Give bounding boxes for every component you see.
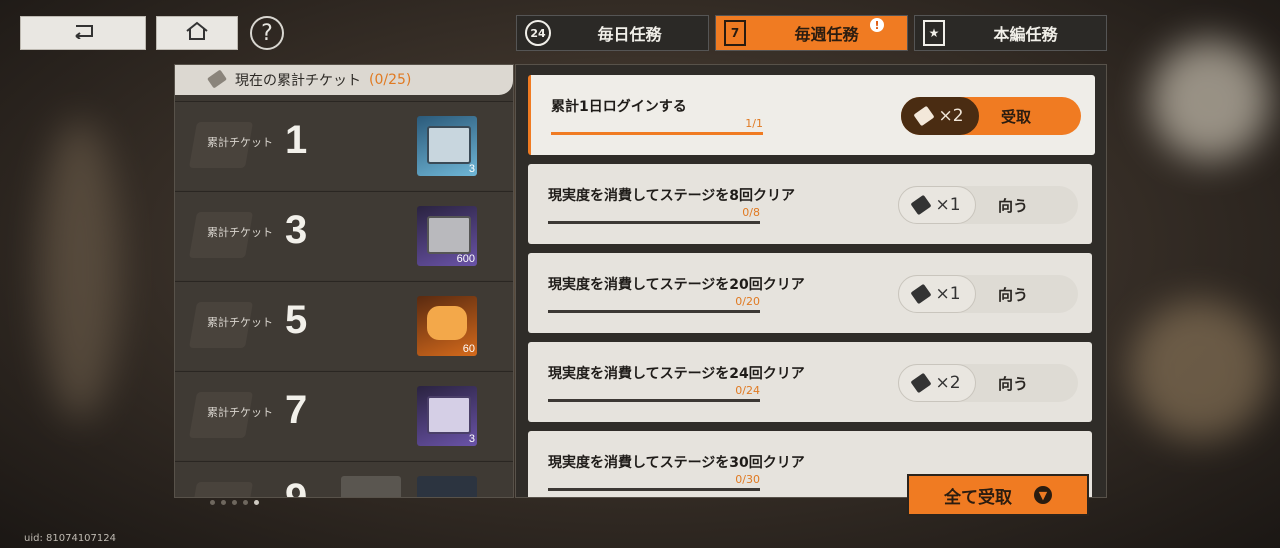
reward-pill: ×1 (898, 275, 976, 313)
go-label: 向う (998, 375, 1029, 393)
task-title: 現実度を消費してステージを30回クリア (548, 455, 805, 471)
ticket-icon (207, 69, 227, 89)
task-progress-text: 1/1 (745, 117, 763, 130)
task-card: 現実度を消費してステージを24回クリア 0/24 ×2 向う (528, 342, 1092, 422)
task-progress-bar (548, 488, 760, 491)
milestone-row: 累計チケット 5 60 (175, 281, 513, 370)
milestone-number: 7 (285, 388, 308, 432)
reward-item[interactable] (417, 476, 477, 497)
task-card: 現実度を消費してステージを8回クリア 0/8 ×1 向う (528, 164, 1092, 244)
milestone-number: 9 (285, 476, 308, 498)
document-stack-icon (427, 396, 471, 434)
task-progress-bar (548, 399, 760, 402)
task-progress-text: 0/24 (735, 384, 760, 397)
background-light (40, 120, 120, 420)
milestone-label: 累計チケット (207, 316, 273, 329)
reward-item[interactable]: 600 (417, 206, 477, 266)
milestone-label: 累計チケット (207, 226, 273, 239)
task-title: 現実度を消費してステージを20回クリア (548, 277, 805, 293)
reward-item[interactable]: 3 (417, 116, 477, 176)
reward-pill: ×2 (901, 97, 979, 135)
task-title: 累計1日ログインする (551, 99, 687, 115)
go-button[interactable]: ×1 向う (898, 186, 1078, 224)
help-button[interactable]: ? (250, 16, 284, 50)
panel-title: 現在の累計チケット (235, 73, 361, 89)
page-indicator (210, 500, 259, 505)
item-count: 3 (468, 163, 475, 175)
task-title: 現実度を消費してステージを8回クリア (548, 188, 796, 204)
potion-icon (427, 306, 467, 340)
ticket-icon (913, 105, 936, 127)
task-progress-bar (548, 221, 760, 224)
milestone-number: 3 (285, 208, 308, 252)
home-icon (184, 21, 210, 45)
milestone-label: 累計チケット (207, 136, 273, 149)
background-light (1150, 40, 1270, 160)
tab-main-story[interactable]: ★ 本編任務 (914, 15, 1107, 51)
reward-pill: ×2 (898, 364, 976, 402)
back-arrow-icon (70, 23, 96, 43)
task-title: 現実度を消費してステージを24回クリア (548, 366, 805, 382)
go-label: 向う (998, 286, 1029, 304)
tab-daily[interactable]: 24 毎日任務 (516, 15, 709, 51)
reward-pill: ×1 (898, 186, 976, 224)
task-progress-text: 0/20 (735, 295, 760, 308)
milestone-row: 累計チケット 1 3 (175, 101, 513, 190)
tab-main-story-label: 本編任務 (993, 25, 1058, 44)
daily-24-icon: 24 (525, 20, 551, 46)
ticket-watermark-icon (188, 482, 254, 497)
go-label: 向う (998, 197, 1029, 215)
milestone-row: 累計チケット 7 3 (175, 371, 513, 460)
download-icon: ▼ (1034, 486, 1052, 504)
go-button[interactable]: ×2 向う (898, 364, 1078, 402)
background-light (1130, 300, 1270, 440)
item-count: 3 (468, 433, 475, 445)
milestone-row: 累計チケット 3 600 (175, 191, 513, 280)
cumulative-ticket-panel: 現在の累計チケット (0/25) 累計チケット 1 3 累計チケット 3 600… (174, 64, 514, 498)
milestone-label: 累計チケット (207, 406, 273, 419)
claim-all-label: 全て受取 (944, 487, 1012, 508)
ticket-progress: (0/25) (369, 72, 412, 88)
task-list: 累計1日ログインする 1/1 ×2 受取 現実度を消費してステージを8回クリア … (515, 64, 1107, 498)
user-id: uid: 81074107124 (24, 533, 116, 544)
task-progress-text: 0/30 (735, 473, 760, 486)
material-icon (427, 216, 471, 254)
milestone-number: 5 (285, 298, 308, 342)
tab-daily-label: 毎日任務 (597, 25, 662, 44)
task-card: 累計1日ログインする 1/1 ×2 受取 (528, 75, 1095, 155)
task-progress-bar (551, 132, 763, 135)
ticket-icon (910, 372, 933, 394)
document-stack-icon (427, 126, 471, 164)
task-card: 現実度を消費してステージを20回クリア 0/20 ×1 向う (528, 253, 1092, 333)
task-progress-bar (548, 310, 760, 313)
alert-badge-icon: ! (870, 18, 884, 32)
ticket-icon (910, 194, 933, 216)
panel-header: 現在の累計チケット (0/25) (175, 65, 513, 95)
tab-weekly[interactable]: 7 毎週任務 ! (715, 15, 908, 51)
star-clipboard-icon: ★ (923, 20, 945, 46)
back-button[interactable] (20, 16, 146, 50)
home-button[interactable] (156, 16, 238, 50)
claim-all-button[interactable]: 全て受取 ▼ (907, 474, 1089, 516)
item-count: 600 (456, 253, 475, 265)
milestone-number: 1 (285, 118, 308, 162)
go-button[interactable]: ×1 向う (898, 275, 1078, 313)
milestone-row: 9 (175, 461, 513, 498)
reward-item[interactable] (341, 476, 401, 497)
item-count: 60 (462, 343, 475, 355)
claim-reward-button[interactable]: ×2 受取 (901, 97, 1081, 135)
task-progress-text: 0/8 (742, 206, 760, 219)
reward-item[interactable]: 60 (417, 296, 477, 356)
claim-label: 受取 (1001, 108, 1032, 126)
calendar-7-icon: 7 (724, 20, 746, 46)
ticket-icon (910, 283, 933, 305)
help-icon: ? (261, 20, 273, 46)
reward-item[interactable]: 3 (417, 386, 477, 446)
